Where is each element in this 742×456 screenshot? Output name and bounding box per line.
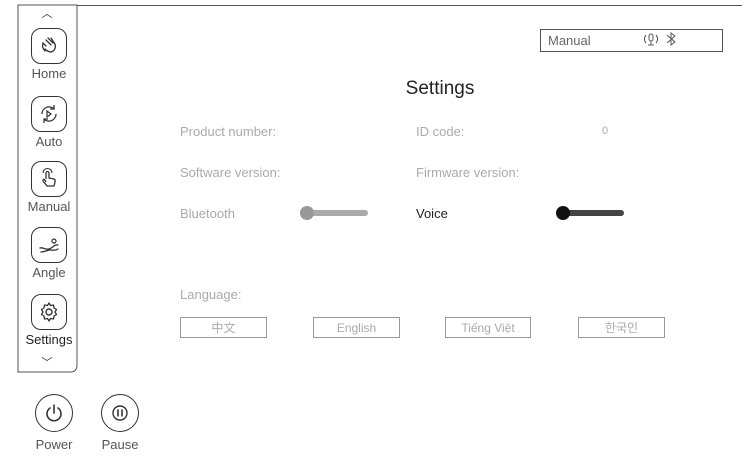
gear-icon: [31, 294, 67, 330]
toggle-knob: [556, 206, 570, 220]
sidebar-item-label: Home: [31, 66, 67, 81]
voice-toggle[interactable]: [556, 206, 624, 220]
power-icon: [35, 394, 73, 432]
toggle-track: [306, 210, 368, 216]
bluetooth-toggle[interactable]: [300, 206, 368, 220]
language-vietnamese-button[interactable]: Tiếng Việt: [445, 317, 531, 338]
pause-button[interactable]: Pause: [90, 394, 150, 452]
sidebar-item-label: Auto: [35, 134, 63, 149]
product-number-label: Product number:: [180, 124, 277, 139]
power-label: Power: [35, 437, 73, 452]
sidebar-item-label: Angle: [32, 265, 66, 280]
sidebar-item-angle[interactable]: Angle: [20, 227, 78, 280]
id-code-value: 0: [602, 125, 609, 137]
angle-icon: [31, 227, 67, 263]
scroll-down-icon[interactable]: ﹀: [33, 354, 61, 370]
voice-icon: [642, 32, 660, 49]
voice-label: Voice: [416, 206, 448, 221]
sidebar-item-auto[interactable]: Auto: [20, 96, 78, 149]
scroll-up-icon[interactable]: ︿: [33, 5, 61, 21]
language-korean-button[interactable]: 한국인: [578, 317, 665, 338]
firmware-version-label: Firmware version:: [416, 165, 520, 180]
hand-touch-icon: [31, 161, 67, 197]
status-bar: Manual: [540, 29, 723, 52]
hand-wave-icon: [31, 28, 67, 64]
toggle-knob: [300, 206, 314, 220]
bluetooth-icon: [664, 31, 678, 50]
id-code-label: ID code:: [416, 124, 465, 139]
sidebar-item-label: Settings: [25, 332, 73, 347]
language-label: Language:: [180, 287, 242, 302]
sidebar-item-settings[interactable]: Settings: [20, 294, 78, 347]
pause-label: Pause: [101, 437, 139, 452]
software-version-label: Software version:: [180, 165, 281, 180]
power-button[interactable]: Power: [24, 394, 84, 452]
bluetooth-label: Bluetooth: [180, 206, 235, 221]
header-divider: [77, 5, 742, 6]
sidebar-item-home[interactable]: Home: [20, 28, 78, 81]
pause-icon: [101, 394, 139, 432]
sidebar-item-label: Manual: [27, 199, 71, 214]
mode-indicator: Manual: [548, 33, 591, 48]
language-english-button[interactable]: English: [313, 317, 400, 338]
sidebar-item-manual[interactable]: Manual: [20, 161, 78, 214]
language-chinese-button[interactable]: 中文: [180, 317, 267, 338]
page-title: Settings: [405, 78, 475, 99]
toggle-track: [562, 210, 624, 216]
auto-cycle-icon: [31, 96, 67, 132]
